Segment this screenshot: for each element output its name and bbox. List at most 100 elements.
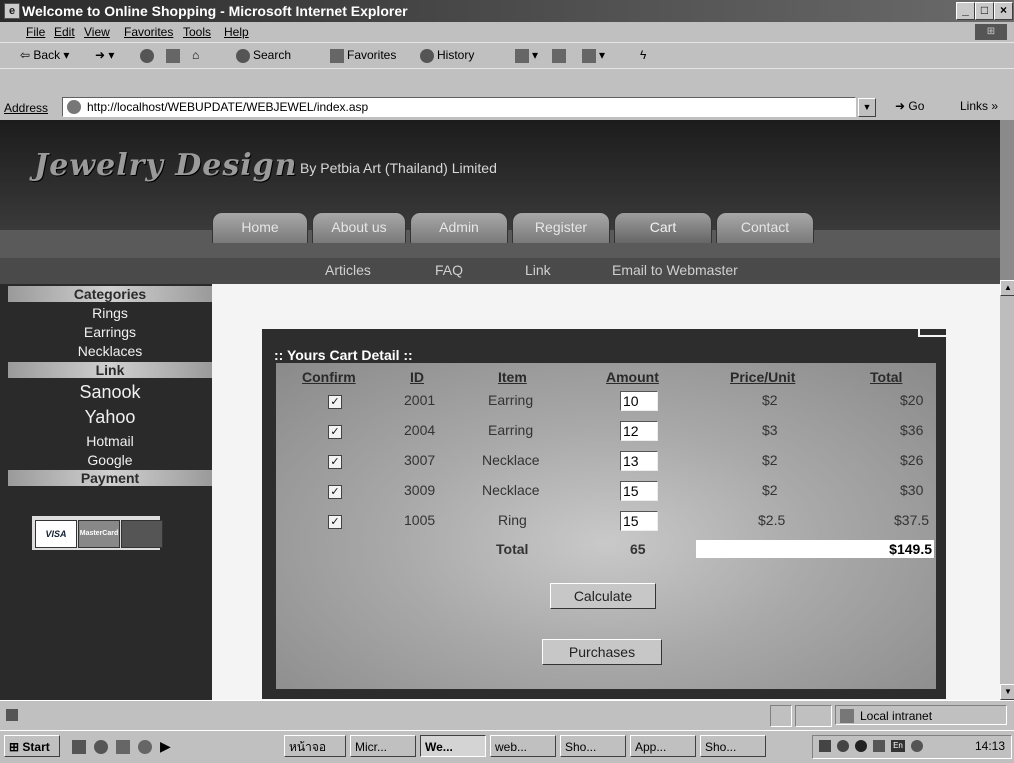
subnav-link[interactable]: Link [525,262,551,278]
quicklaunch-ie-icon[interactable] [94,740,108,754]
amount-input[interactable]: 10 [620,391,658,411]
header-total: Total [870,369,903,385]
amount-input[interactable]: 12 [620,421,658,441]
grand-total: $149.5 [696,540,934,558]
amount-input[interactable]: 15 [620,511,658,531]
scroll-up-icon[interactable]: ▲ [1000,280,1014,296]
address-label: Address [4,101,49,115]
taskbar-button[interactable]: หน้าจอ [284,735,346,757]
links-button[interactable]: Links » [960,99,998,113]
taskbar-button[interactable]: Sho... [700,735,766,757]
row-total: $26 [900,452,924,468]
windows-flag-icon: ⊞ [975,24,1007,40]
row-item: Earring [488,422,534,438]
refresh-button[interactable] [166,48,183,63]
address-input[interactable]: http://localhost/WEBUPDATE/WEBJEWEL/inde… [62,97,856,117]
sidebar-item-earrings[interactable]: Earrings [8,324,212,340]
link-google[interactable]: Google [8,452,212,468]
vertical-scrollbar[interactable]: ▲ ▼ [1000,280,1014,700]
tab-contact[interactable]: Contact [716,212,814,243]
quicklaunch-desktop-icon[interactable] [72,740,86,754]
tab-about-us[interactable]: About us [312,212,406,243]
toolbar-band [0,68,1014,96]
confirm-checkbox[interactable]: ✓ [328,395,342,409]
status-cell [770,705,792,727]
amount-input[interactable]: 13 [620,451,658,471]
subnav-articles[interactable]: Articles [325,262,371,278]
tab-register[interactable]: Register [512,212,610,243]
go-button[interactable]: ➜ Go [895,99,924,113]
volume-icon[interactable] [873,740,885,752]
sidebar-item-rings[interactable]: Rings [8,305,212,321]
taskbar-button[interactable]: Micr... [350,735,416,757]
history-button[interactable]: History [420,48,474,63]
subnav-email-webmaster[interactable]: Email to Webmaster [612,262,738,278]
network-icon[interactable] [911,740,923,752]
taskbar-button[interactable]: Sho... [560,735,626,757]
confirm-checkbox[interactable]: ✓ [328,455,342,469]
confirm-checkbox[interactable]: ✓ [328,485,342,499]
calculate-button[interactable]: Calculate [550,583,656,609]
confirm-checkbox[interactable]: ✓ [328,425,342,439]
title-bar: e Welcome to Online Shopping - Microsoft… [0,0,1014,22]
link-sanook[interactable]: Sanook [8,382,212,403]
site-logo: Jewelry Design [34,148,298,183]
taskbar-button-active[interactable]: We... [420,735,486,757]
link-hotmail[interactable]: Hotmail [8,433,212,449]
subnav-faq[interactable]: FAQ [435,262,463,278]
search-icon [236,48,250,63]
mail-button[interactable]: ▾ [515,48,538,63]
mail-icon [515,48,529,63]
forward-button[interactable]: ➜ ▾ [95,48,114,62]
taskbar-button[interactable]: App... [630,735,696,757]
language-icon[interactable]: En [891,740,905,752]
menu-file[interactable]: File [26,25,45,39]
home-button[interactable]: ⌂ [192,48,199,62]
amount-input[interactable]: 15 [620,481,658,501]
media-player-icon[interactable]: ▶ [160,738,171,755]
row-price: $2 [762,392,778,408]
address-dropdown-icon[interactable]: ▼ [858,98,876,117]
total-amount: 65 [630,541,646,557]
cart-panel: :: Yours Cart Detail :: Confirm ID Item … [262,321,948,699]
print-button[interactable] [552,48,569,63]
start-button[interactable]: ⊞ Start [4,735,60,757]
stop-button[interactable] [140,48,157,63]
panel-corner [918,321,948,337]
minimize-button[interactable]: _ [956,2,975,20]
back-button[interactable]: ⇦ Back ▾ [20,48,69,62]
confirm-checkbox[interactable]: ✓ [328,515,342,529]
tab-home[interactable]: Home [212,212,308,243]
menu-tools[interactable]: Tools [183,25,211,39]
menu-favorites[interactable]: Favorites [124,25,173,39]
tray-icon[interactable] [837,740,849,752]
tab-cart[interactable]: Cart [614,212,712,243]
payment-cards: VISA MasterCard [32,516,163,550]
forward-arrow-icon: ➜ [95,48,106,62]
discuss-button[interactable]: ϟ [640,48,646,62]
close-button[interactable]: × [994,2,1013,20]
row-price: $2.5 [758,512,786,528]
tab-admin[interactable]: Admin [410,212,508,243]
menu-help[interactable]: Help [224,25,249,39]
web-page: Jewelry Design By Petbia Art (Thailand) … [0,120,1000,700]
search-button[interactable]: Search [236,48,291,63]
sidebar-item-necklaces[interactable]: Necklaces [8,343,212,359]
taskbar-button[interactable]: web... [490,735,556,757]
link-yahoo[interactable]: Yahoo [8,407,212,428]
row-id: 2004 [404,422,436,438]
tray-icon[interactable] [819,740,831,752]
scroll-down-icon[interactable]: ▼ [1000,684,1014,700]
quicklaunch-outlook-icon[interactable] [116,740,130,754]
main-content: :: Yours Cart Detail :: Confirm ID Item … [212,284,1000,700]
purchases-button[interactable]: Purchases [542,639,662,665]
maximize-button[interactable]: □ [975,2,994,20]
row-item: Necklace [482,452,540,468]
edit-word-button[interactable]: ▾ [582,48,605,63]
menu-view[interactable]: View [84,25,110,39]
tray-icon[interactable] [855,740,867,752]
favorites-button[interactable]: Favorites [330,48,396,63]
menu-edit[interactable]: Edit [54,25,75,39]
quicklaunch-icon[interactable] [138,740,152,754]
word-icon [582,48,596,63]
